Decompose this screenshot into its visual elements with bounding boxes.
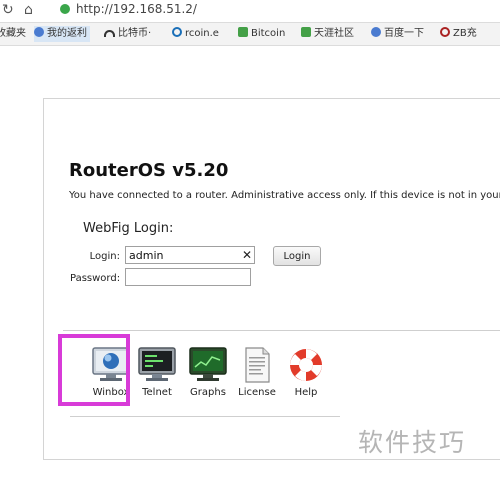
winbox-highlight-box (58, 334, 130, 406)
graphs-monitor-icon (189, 347, 227, 381)
help-label: Help (294, 387, 318, 398)
bookmark-2[interactable]: 比特币· (104, 26, 151, 42)
bookmark-5[interactable]: 天涯社区 (301, 26, 354, 42)
graphs-tool[interactable]: Graphs (180, 346, 236, 398)
bookmark-7[interactable]: ZB充 (440, 26, 477, 42)
url-text: http://192.168.51.2/ (76, 2, 197, 16)
password-label: Password: (70, 273, 121, 284)
leaf-icon (301, 27, 311, 37)
login-button[interactable]: Login (273, 246, 321, 266)
leaf-icon (238, 27, 248, 37)
terminal-monitor-icon (138, 347, 176, 381)
bookmark-label: 天涯社区 (314, 28, 354, 39)
telnet-tool[interactable]: Telnet (129, 346, 185, 398)
password-input[interactable] (125, 268, 251, 286)
bookmark-label: 我的返利 (47, 28, 87, 39)
bookmark-label: rcoin.e (185, 28, 219, 39)
section-divider (63, 330, 500, 331)
bookmark-6[interactable]: 百度一下 (371, 26, 424, 42)
telnet-label: Telnet (142, 387, 172, 398)
bookmark-4[interactable]: Bitcoin (238, 26, 285, 42)
arc-icon (104, 30, 115, 37)
license-document-icon (245, 347, 270, 383)
login-input[interactable] (125, 246, 255, 264)
graphs-label: Graphs (190, 387, 226, 398)
license-tool[interactable]: License (229, 346, 285, 398)
url-field[interactable]: http://192.168.51.2/ (60, 2, 197, 18)
bookmark-label: 收藏夹 (0, 28, 26, 39)
license-label: License (238, 387, 276, 398)
home-icon[interactable]: ⌂ (24, 2, 33, 18)
login-label: Login: (89, 251, 120, 262)
bookmark-label: Bitcoin (251, 28, 286, 39)
watermark: 软件技巧 (358, 428, 467, 457)
bookmark-3[interactable]: rcoin.e (172, 26, 219, 42)
login-heading: WebFig Login: (83, 221, 174, 236)
bookmark-label: 百度一下 (384, 28, 424, 39)
ring-icon (440, 27, 450, 37)
bookmark-favorites[interactable]: 收藏夹 (0, 26, 26, 42)
access-notice: You have connected to a router. Administ… (69, 190, 500, 201)
refresh-icon[interactable]: ↻ (2, 2, 14, 18)
bookmark-label: ZB充 (453, 28, 477, 39)
ring-icon (172, 27, 182, 37)
help-tool[interactable]: Help (278, 346, 334, 398)
bookmarks-bar: 收藏夹 我的返利 比特币· rcoin.e Bitcoin 天涯社区 百度一下 … (0, 23, 500, 46)
page-title: RouterOS v5.20 (69, 160, 229, 181)
clear-icon[interactable]: ✕ (242, 247, 252, 263)
lifebuoy-icon (290, 349, 322, 381)
bookmark-label: 比特币· (118, 28, 152, 39)
paw-icon (34, 27, 44, 37)
browser-address-bar: ↻ ⌂ http://192.168.51.2/ (0, 0, 500, 23)
site-security-icon (60, 4, 70, 14)
paw-icon (371, 27, 381, 37)
tools-baseline (70, 416, 340, 417)
bookmark-1[interactable]: 我的返利 (34, 26, 90, 42)
